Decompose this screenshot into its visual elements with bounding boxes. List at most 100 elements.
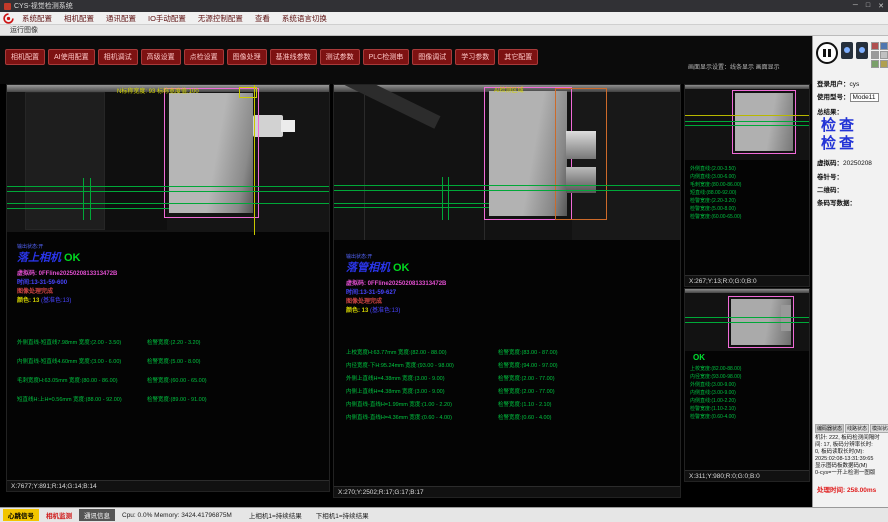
preview-1-results: 外侧直线:(2.00-3.50)内侧直线:(3.00-6.00)毛刺宽度:(80…: [690, 165, 741, 221]
barcode-write-row: 条码写数据：: [817, 197, 856, 207]
preview-2-image[interactable]: [685, 289, 809, 351]
pixel-coordinates: X:311;Y:980;R:0;G:0;B:0: [685, 470, 809, 481]
green-measure-line: [334, 207, 489, 208]
preview-camera-2[interactable]: OK 上校宽度:(82.00-88.00)内径宽度:(93.00-98.00)外…: [684, 288, 810, 482]
measurement-row: 内径宽度-下H:95.24mm 宽度:(93.00 - 98.00) 检警宽度:…: [346, 361, 680, 374]
left-camera-panel[interactable]: N标称宽度: 93 标称宽度值:100 输出状态:开 落上相机OK 虚拟码: 0…: [6, 84, 330, 492]
machine-part: [105, 92, 167, 230]
measurement-limit: 检警宽度:(94.00 - 97.00): [498, 361, 558, 369]
measurement-value: 内侧上直线H=4.38mm 宽度:(3.00 - 9.00): [346, 387, 445, 395]
color-value: 颜色: 13: [346, 308, 368, 314]
window-title: CYS-视觉检测系统: [14, 1, 73, 11]
menu-item[interactable]: 系统配置: [16, 13, 58, 24]
toolbar-button[interactable]: 图像处理: [227, 49, 267, 65]
pixel-coordinates: X:267;Y:13;R:0;G:0;B:0: [685, 275, 809, 286]
camera-name: 落上相机: [17, 252, 61, 264]
status-tab[interactable]: 模拟状态: [870, 424, 888, 433]
color-extra: (基准色:13): [370, 308, 400, 314]
camera-icon: [844, 47, 850, 53]
tool-icon[interactable]: [880, 51, 888, 59]
tool-icon[interactable]: [871, 51, 879, 59]
toolbar-button[interactable]: 相机配置: [5, 49, 45, 65]
camera-watch-label: 相机监测: [46, 510, 72, 520]
maximize-button[interactable]: □: [866, 2, 870, 10]
toolbar-button[interactable]: AI使用配置: [48, 49, 95, 65]
magenta-roi: [732, 90, 796, 154]
qr-label: 二维码：: [817, 187, 843, 194]
process-status: 图像处理完成: [17, 286, 53, 295]
login-user-value: cys: [850, 81, 860, 88]
preview-1-image[interactable]: [685, 85, 809, 160]
toolbar-buttons: 相机配置AI使用配置相机调试高级设置点检设置图像处理基准线参数测试参数PLC检测…: [5, 49, 538, 65]
virtual-code-value: 20250208: [843, 160, 872, 167]
machine-edge: [364, 92, 365, 240]
measurement-row: 内侧上直线H=4.38mm 宽度:(3.00 - 9.00) 检警宽度:(2.0…: [346, 387, 680, 400]
green-measure-line: [685, 125, 809, 126]
status-line: 2025:02:08-13:31:39:65: [815, 456, 887, 463]
middle-camera-panel[interactable]: AI检测区域 输出状态:开 落管相机OK 虚拟码: 0FFline2025020…: [333, 84, 681, 498]
minimize-button[interactable]: ─: [853, 2, 858, 10]
pause-button[interactable]: [816, 42, 838, 64]
camera-b-button[interactable]: [856, 42, 868, 59]
tool-icon[interactable]: [871, 60, 879, 68]
pause-icon: [828, 49, 831, 57]
measurement-limit: 检警宽度:(89.00 - 91.00): [147, 395, 207, 403]
toolbar-button[interactable]: 基准线参数: [270, 49, 317, 65]
titlebar: CYS-视觉检测系统 ─ □ ✕: [0, 0, 888, 12]
toolbar-button[interactable]: PLC检测串: [363, 49, 410, 65]
menubar: 系统配置相机配置通讯配置IO手动配置无源控制配置查看系统语言切换: [0, 12, 888, 25]
toolbar-button[interactable]: 图像调试: [412, 49, 452, 65]
tab-run-image[interactable]: 运行图像: [10, 25, 38, 35]
green-measure-line: [685, 121, 809, 122]
preview-result-line: 毛刺宽度:(80.00-86.00): [690, 181, 741, 189]
preview-camera-1[interactable]: 外侧直线:(2.00-3.50)内侧直线:(3.00-6.00)毛刺宽度:(80…: [684, 84, 810, 287]
measurement-limit: 检警宽度:(83.00 - 87.00): [498, 348, 558, 356]
left-camera-image[interactable]: N标称宽度: 93 标称宽度值:100: [7, 85, 329, 250]
preview-result-line: 外侧直线:(3.00-9.00): [690, 381, 741, 389]
capture-time: 时间:13-31-59-600: [17, 277, 67, 286]
toolbar-button[interactable]: 高级设置: [141, 49, 181, 65]
measurement-value: 毛刺宽度H:63.05mm 宽度:(80.00 - 86.00): [17, 376, 118, 384]
status-line: 0, 板码读取长时(M):: [815, 449, 887, 456]
menu-item[interactable]: 无源控制配置: [192, 13, 249, 24]
camera-result-title: 落上相机OK: [17, 249, 81, 265]
menu-item[interactable]: 系统语言切换: [276, 13, 333, 24]
camera-result-title: 落管相机OK: [346, 259, 410, 275]
metal-part: [566, 131, 596, 159]
measurement-limit: 检警宽度:(2.00 - 77.00): [498, 387, 555, 395]
pixel-coordinates: X:7677;Y:891;R:14;G:14;B:14: [7, 480, 329, 491]
toolbar-button[interactable]: 其它配置: [498, 49, 538, 65]
toolbar-button[interactable]: 学习参数: [455, 49, 495, 65]
status-tab[interactable]: 线路状态: [845, 424, 869, 433]
model-select[interactable]: Mode11: [850, 93, 879, 102]
tool-icon[interactable]: [880, 60, 888, 68]
menu-item[interactable]: 相机配置: [58, 13, 100, 24]
measurement-value: 内侧直线-直线H=1.99mm 宽度:(1.00 - 2.20): [346, 400, 452, 408]
measurement-row: 外侧上直线H=4.38mm 宽度:(3.00 - 9.00) 检警宽度:(2.0…: [346, 374, 680, 387]
menu-item[interactable]: 通讯配置: [100, 13, 142, 24]
toolbar-button[interactable]: 点检设置: [184, 49, 224, 65]
status-tab[interactable]: 编码器状态: [815, 424, 844, 433]
menu-item[interactable]: 查看: [249, 13, 276, 24]
close-button[interactable]: ✕: [878, 2, 884, 10]
camera-name: 落管相机: [346, 262, 390, 274]
statusbar: 心跳信号 相机监测 通讯信息 Cpu: 0.0% Memory: 3424.41…: [0, 507, 888, 522]
measurement-row: 内侧直线-直线H=1.99mm 宽度:(1.00 - 2.20) 检警宽度:(1…: [346, 400, 680, 413]
green-measure-line: [7, 208, 169, 209]
connector-tip: [281, 120, 295, 132]
toolbar-button[interactable]: 测试参数: [320, 49, 360, 65]
measurement-limit: 检警宽度:(60.00 - 65.00): [147, 376, 207, 384]
middle-camera-image[interactable]: AI检测区域: [334, 85, 680, 255]
menu-item[interactable]: IO手动配置: [142, 13, 192, 24]
yellow-guide-line: [254, 85, 255, 235]
measurement-row: 外侧直线-短直线7.98mm 宽度:(2.00 - 3.50) 检警宽度:(2.…: [17, 338, 329, 357]
preview-result-line: 内径宽度:(93.00-98.00): [690, 373, 741, 381]
bottom-camera-result: 下相机1=持续结果: [316, 510, 369, 520]
preview-result-line: 检警宽度:(2.20-3.20): [690, 197, 741, 205]
camera-a-button[interactable]: [841, 42, 853, 59]
status-line: 机针: 222, 板码检测间隔时: [815, 435, 887, 442]
tool-icon[interactable]: [871, 42, 879, 50]
metal-part: [781, 305, 791, 331]
tool-icon[interactable]: [880, 42, 888, 50]
toolbar-button[interactable]: 相机调试: [98, 49, 138, 65]
